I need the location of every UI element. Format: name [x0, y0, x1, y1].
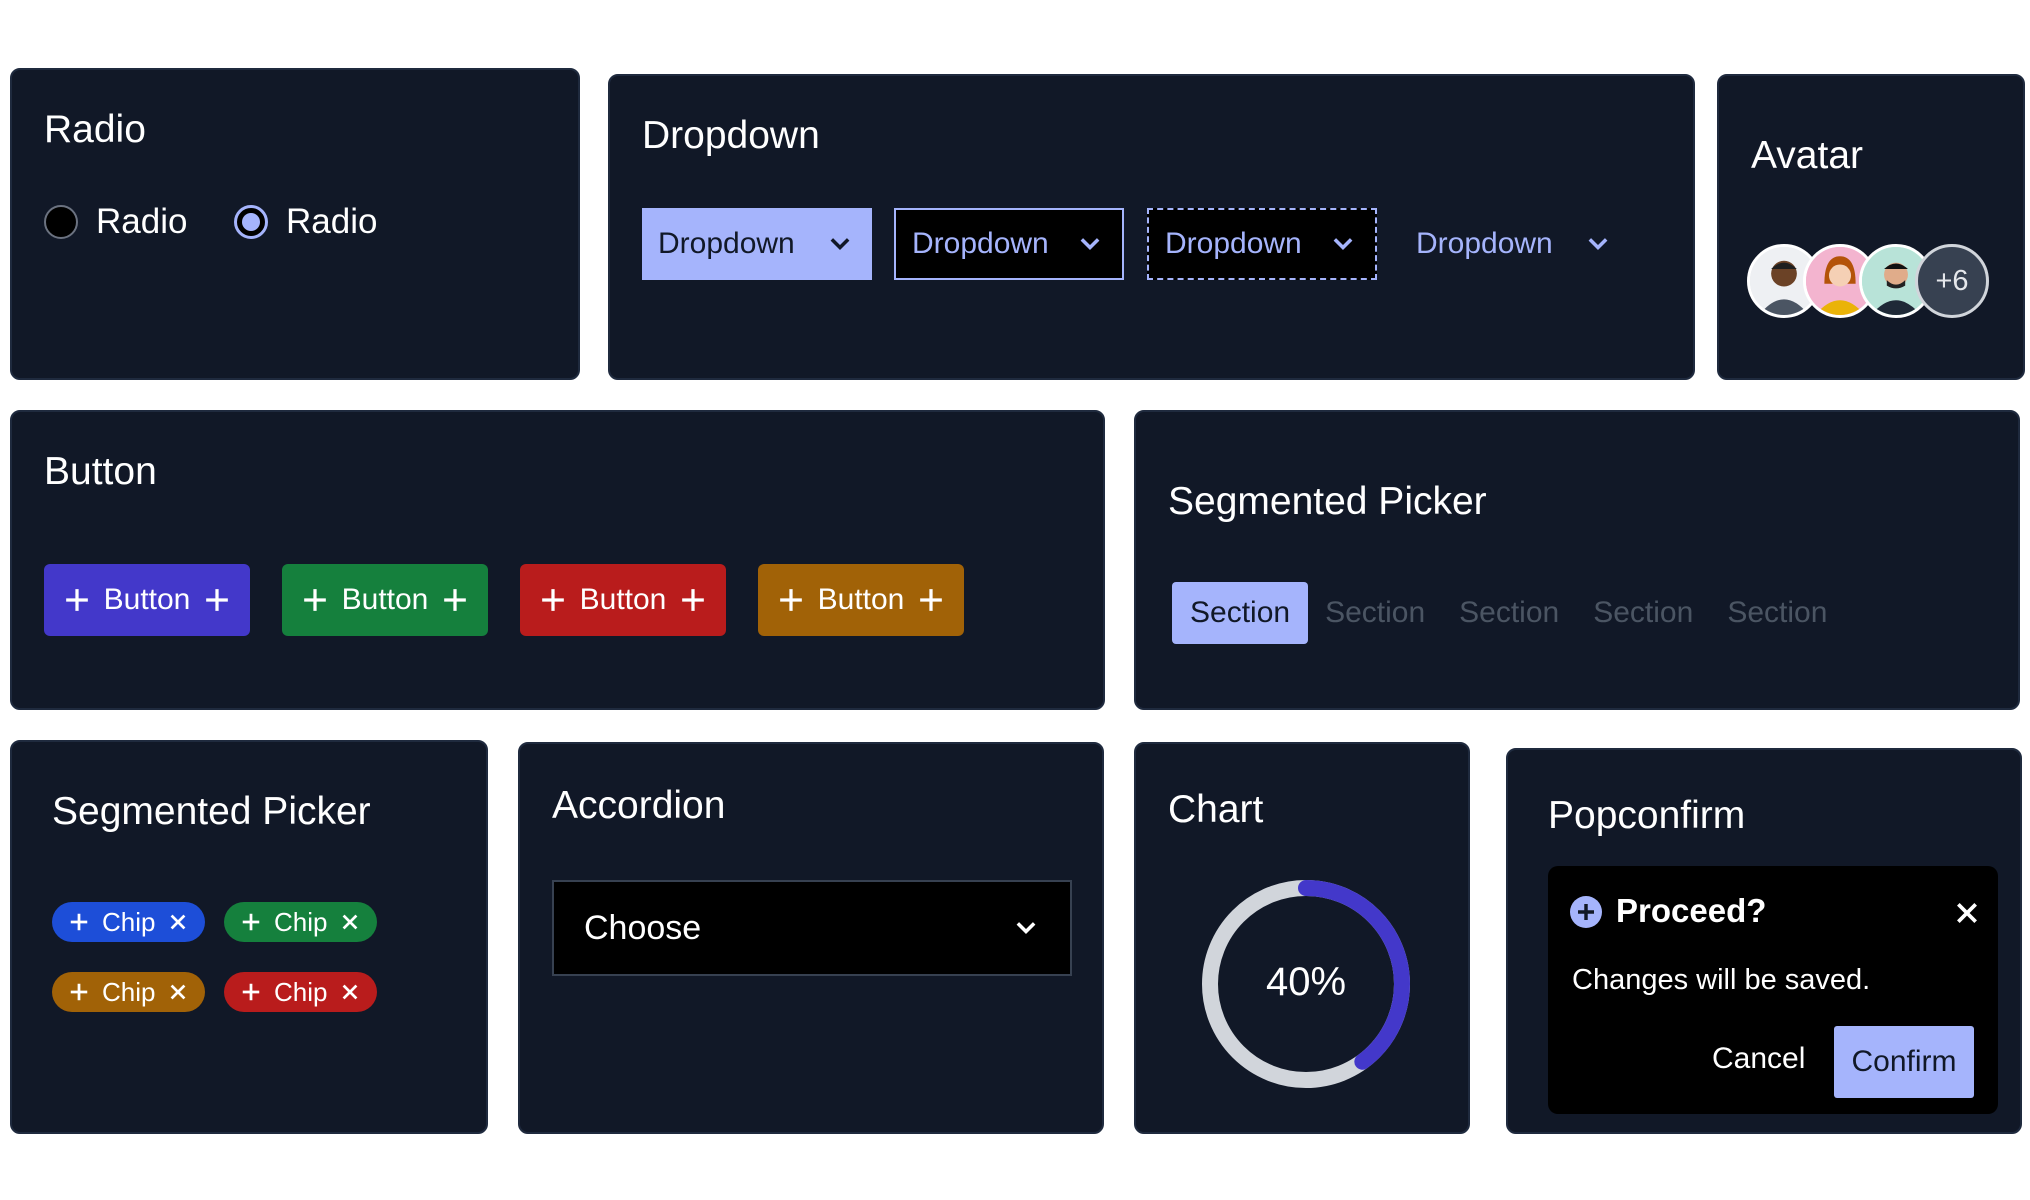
segment-label: Section [1459, 596, 1560, 629]
plus-icon [70, 913, 88, 931]
close-icon[interactable] [1954, 900, 1980, 926]
popconfirm-dialog-title: Proceed? [1616, 892, 1767, 929]
dropdown-label: Dropdown [658, 227, 795, 260]
radio-option-2[interactable]: Radio [234, 202, 377, 242]
popconfirm-message: Changes will be saved. [1572, 964, 1871, 996]
chip[interactable]: Chip [52, 902, 206, 942]
avatar-more-label: +6 [1935, 264, 1969, 297]
popconfirm-dialog: Proceed? Changes will be saved. Cancel C… [1548, 866, 1998, 1114]
plus-icon [65, 589, 88, 611]
confirm-button[interactable]: Confirm [1834, 1026, 1974, 1098]
plus-icon [779, 589, 802, 611]
dropdown-label: Dropdown [912, 227, 1049, 260]
segment[interactable]: Section [1442, 582, 1576, 644]
dropdown-card-title: Dropdown [642, 114, 820, 157]
plus-icon [444, 589, 467, 611]
chip-label: Chip [102, 976, 156, 1007]
segment[interactable]: Section [1710, 582, 1844, 644]
popconfirm-card-title: Popconfirm [1548, 794, 1746, 837]
button-label: Button [341, 583, 429, 616]
segment-label: Section [1727, 596, 1828, 629]
popconfirm-card: Popconfirm Proceed? Changes will be save… [1506, 748, 2022, 1134]
add-button-success[interactable]: Button [282, 564, 488, 636]
chip[interactable]: Chip [52, 972, 206, 1012]
close-icon[interactable] [339, 981, 361, 1003]
chip-card: Segmented Picker Chip Chip Chip Chip [10, 740, 488, 1134]
plus-icon [303, 589, 326, 611]
dropdown-solid[interactable]: Dropdown [642, 208, 872, 280]
chevron-down-icon [1080, 238, 1100, 250]
segmented-picker-card: Segmented Picker Section Section Section… [1134, 410, 2020, 710]
chevron-down-icon [830, 238, 850, 250]
dropdown-outline[interactable]: Dropdown [894, 208, 1124, 280]
button-label: Button [103, 583, 191, 616]
plus-icon [242, 913, 260, 931]
chip[interactable]: Chip [224, 902, 378, 942]
close-icon[interactable] [167, 911, 189, 933]
dropdown-card: Dropdown Dropdown Dropdown Dropdown Drop… [608, 74, 1695, 380]
segmented-picker-title: Segmented Picker [1168, 480, 1487, 523]
close-icon[interactable] [167, 981, 189, 1003]
chip-label: Chip [274, 976, 328, 1007]
avatar-card: Avatar +6 [1717, 74, 2025, 380]
radio-unselected-indicator[interactable] [44, 205, 78, 239]
radio-option-label: Radio [96, 202, 188, 241]
button-card: Button Button Button Button Button [10, 410, 1105, 710]
plus-icon [541, 589, 564, 611]
radio-option-label: Radio [286, 202, 378, 241]
segment-active[interactable]: Section [1172, 582, 1309, 644]
segment-label: Section [1325, 596, 1426, 629]
segment-label: Section [1593, 596, 1694, 629]
add-button-primary[interactable]: Button [44, 564, 250, 636]
plus-icon [206, 589, 229, 611]
dropdown-label: Dropdown [1416, 227, 1553, 260]
segmented-control: Section Section Section Section Section [1172, 582, 1844, 644]
segment[interactable]: Section [1576, 582, 1710, 644]
chip[interactable]: Chip [224, 972, 378, 1012]
plus-circle-icon [1570, 896, 1602, 928]
avatar-more-count[interactable]: +6 [1915, 244, 1989, 318]
chevron-down-icon [1333, 238, 1353, 250]
radio-option-1[interactable]: Radio [44, 202, 187, 242]
chip-label: Chip [102, 906, 156, 937]
plus-icon [682, 589, 705, 611]
chevron-down-icon [1016, 922, 1036, 934]
dropdown-label: Dropdown [1165, 227, 1302, 260]
radio-card: Radio Radio Radio [10, 68, 580, 380]
radio-card-title: Radio [44, 108, 146, 151]
button-label: Button [817, 583, 905, 616]
chart-card-title: Chart [1168, 788, 1264, 831]
chart-value-label: 40% [1265, 960, 1347, 1004]
button-card-title: Button [44, 450, 157, 493]
avatar-card-title: Avatar [1751, 134, 1864, 177]
cancel-button[interactable]: Cancel [1712, 1042, 1805, 1076]
segment-label: Section [1190, 596, 1291, 629]
chevron-down-icon [1588, 238, 1608, 250]
button-label: Button [579, 583, 667, 616]
radio-selected-indicator[interactable] [234, 205, 268, 239]
add-button-warning[interactable]: Button [758, 564, 964, 636]
chip-card-title: Segmented Picker [52, 790, 371, 833]
accordion-select[interactable]: Choose [552, 880, 1072, 976]
accordion-card-title: Accordion [552, 784, 726, 827]
plus-icon [920, 589, 943, 611]
accordion-select-label: Choose [584, 908, 702, 947]
chart-card: Chart 40% [1134, 742, 1470, 1134]
plus-icon [70, 983, 88, 1001]
dropdown-dashed[interactable]: Dropdown [1147, 208, 1377, 280]
chip-label: Chip [274, 906, 328, 937]
segment[interactable]: Section [1308, 582, 1442, 644]
accordion-card: Accordion Choose [518, 742, 1104, 1134]
dropdown-text[interactable]: Dropdown [1400, 208, 1630, 280]
close-icon[interactable] [339, 911, 361, 933]
add-button-danger[interactable]: Button [520, 564, 726, 636]
plus-icon [242, 983, 260, 1001]
